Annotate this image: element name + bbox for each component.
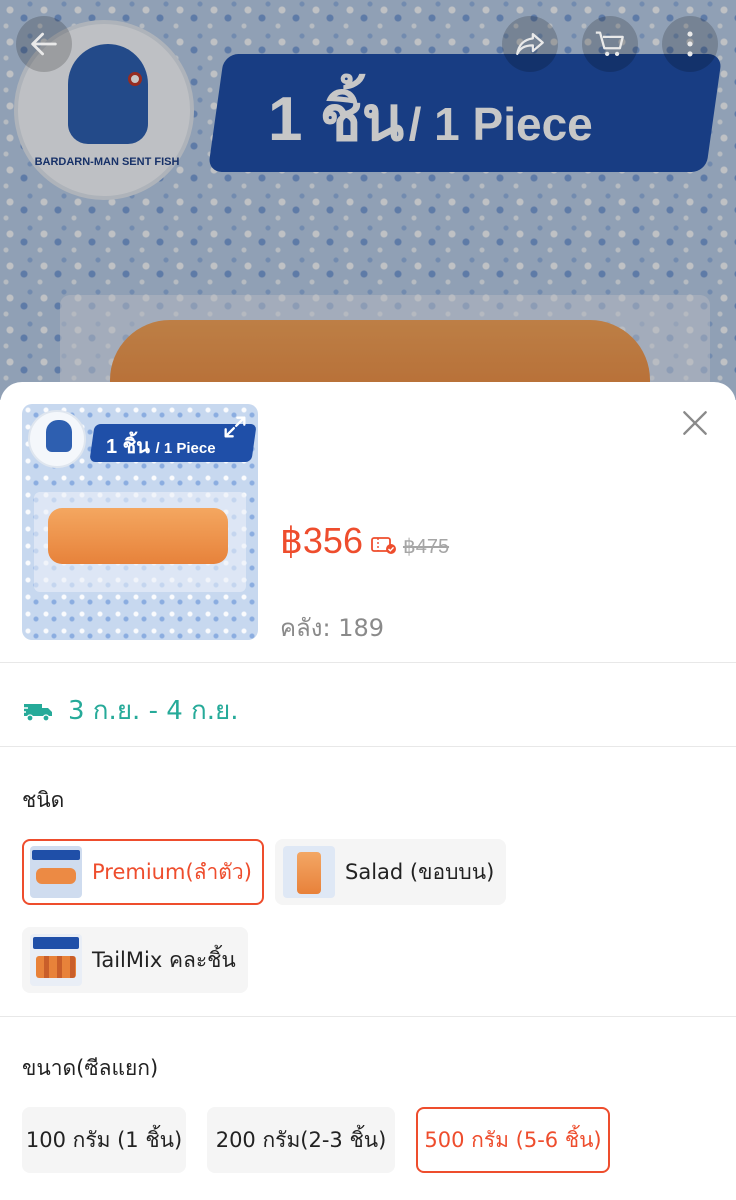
divider	[0, 1016, 736, 1017]
share-icon	[516, 32, 544, 56]
back-button[interactable]	[16, 16, 72, 72]
variant-option-premium[interactable]: Premium(ลำตัว)	[22, 839, 264, 905]
size-option-200g[interactable]: 200 กรัม(2-3 ชิ้น)	[207, 1107, 395, 1173]
expand-image-button[interactable]	[218, 410, 252, 444]
thumb-banner-text: 1 ชิ้น / 1 Piece	[106, 430, 216, 462]
original-price: ฿475	[402, 536, 450, 558]
cart-icon	[595, 31, 624, 57]
voucher-icon	[371, 537, 396, 554]
variant-option-label: Salad (ขอบบน)	[345, 859, 495, 884]
price-row: ฿356 ฿475	[280, 520, 449, 562]
thumb-salmon	[48, 508, 228, 564]
variant-thumb-salad	[283, 846, 335, 898]
variant-bottom-sheet: 1 ชิ้น / 1 Piece ฿356 ฿475 คลัง: 189 3 ก…	[0, 382, 736, 1200]
delivery-estimate: 3 ก.ย. - 4 ก.ย.	[22, 690, 239, 731]
size-option-label: 200 กรัม(2-3 ชิ้น)	[215, 1127, 387, 1152]
delivery-date-range: 3 ก.ย. - 4 ก.ย.	[68, 696, 239, 726]
close-icon	[683, 411, 707, 435]
more-icon	[687, 31, 693, 57]
size-section-title: ขนาด(ซีลแยก)	[22, 1056, 159, 1080]
current-price: ฿356	[280, 520, 363, 561]
truck-icon	[22, 703, 52, 722]
size-option-100g[interactable]: 100 กรัม (1 ชิ้น)	[22, 1107, 186, 1173]
expand-icon	[224, 416, 246, 438]
close-button[interactable]	[676, 404, 714, 442]
product-hero-image: BARDARN-MAN SENT FISH 1 ชิ้น / 1 Piece	[0, 0, 736, 400]
variant-option-label: Premium(ลำตัว)	[92, 859, 252, 884]
variant-option-tailmix[interactable]: TailMix คละชิ้น	[22, 927, 248, 993]
cart-button[interactable]	[582, 16, 638, 72]
divider	[0, 662, 736, 663]
variant-option-label: TailMix คละชิ้น	[92, 947, 236, 972]
variant-section-title: ชนิด	[22, 788, 65, 812]
size-option-label: 500 กรัม (5-6 ชิ้น)	[424, 1127, 602, 1152]
thumb-banner-small: / 1 Piece	[155, 440, 216, 457]
stock-count: คลัง: 189	[280, 614, 385, 642]
share-button[interactable]	[502, 16, 558, 72]
thumb-brand-logo	[28, 410, 86, 468]
size-option-label: 100 กรัม (1 ชิ้น)	[25, 1127, 183, 1152]
product-thumbnail[interactable]: 1 ชิ้น / 1 Piece	[22, 404, 258, 640]
back-arrow-icon	[31, 32, 57, 56]
variant-thumb-tailmix	[30, 934, 82, 986]
more-button[interactable]	[662, 16, 718, 72]
divider	[0, 746, 736, 747]
variant-option-salad[interactable]: Salad (ขอบบน)	[275, 839, 507, 905]
size-option-500g[interactable]: 500 กรัม (5-6 ชิ้น)	[416, 1107, 610, 1173]
thumb-banner-big: 1 ชิ้น	[106, 436, 150, 458]
variant-thumb-premium	[30, 846, 82, 898]
